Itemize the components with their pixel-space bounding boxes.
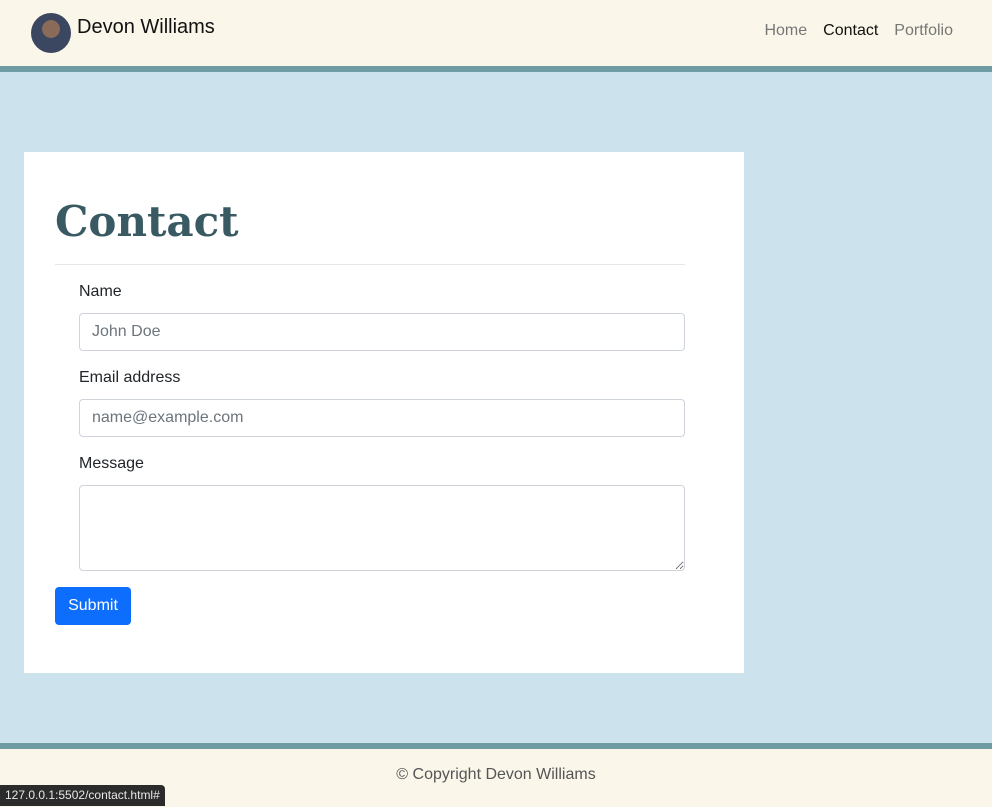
title-divider xyxy=(55,264,685,265)
email-label: Email address xyxy=(79,369,181,386)
message-textarea[interactable] xyxy=(79,485,685,571)
contact-card: Contact Name Email address Message Submi… xyxy=(24,152,744,673)
page-title: Contact xyxy=(55,197,239,246)
nav-contact-link[interactable]: Contact xyxy=(823,22,878,40)
navbar: Devon Williams Home Contact Portfolio xyxy=(0,0,992,66)
copyright-text: © Copyright Devon Williams xyxy=(396,766,596,783)
main-nav: Home Contact Portfolio xyxy=(764,22,953,40)
message-label: Message xyxy=(79,455,144,472)
nav-home-link[interactable]: Home xyxy=(764,22,807,40)
nav-portfolio-link[interactable]: Portfolio xyxy=(894,22,953,40)
name-input[interactable] xyxy=(79,313,685,351)
brand-name[interactable]: Devon Williams xyxy=(77,16,215,39)
email-input[interactable] xyxy=(79,399,685,437)
name-label: Name xyxy=(79,283,122,300)
avatar[interactable] xyxy=(31,13,71,53)
navbar-border xyxy=(0,66,992,72)
submit-button[interactable]: Submit xyxy=(55,587,131,625)
status-bar-url: 127.0.0.1:5502/contact.html# xyxy=(0,785,165,806)
